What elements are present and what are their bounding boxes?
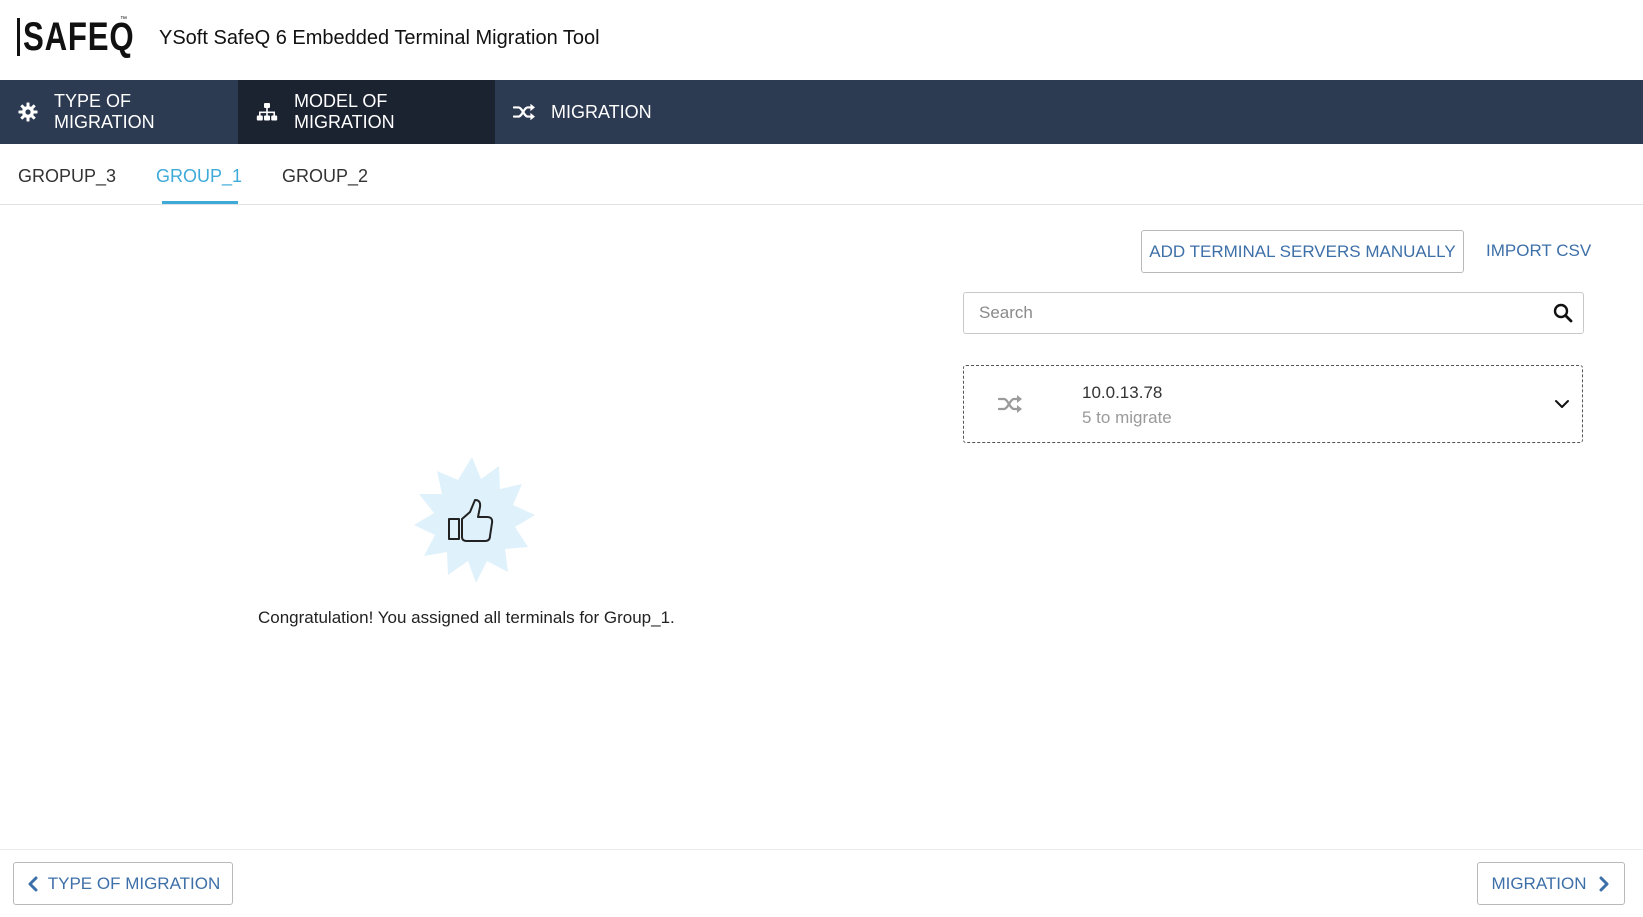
next-button[interactable]: MIGRATION (1477, 862, 1625, 905)
server-ip: 10.0.13.78 (1082, 383, 1163, 402)
app-header: SAFEQ ™ YSoft SafeQ 6 Embedded Terminal … (0, 0, 1643, 80)
nav-label: MODEL OF MIGRATION (294, 91, 395, 132)
sitemap-icon (256, 101, 278, 123)
app-title: YSoft SafeQ 6 Embedded Terminal Migratio… (159, 27, 600, 49)
nav-model-of-migration[interactable]: MODEL OF MIGRATION (238, 80, 495, 144)
safeq-logo: SAFEQ ™ (17, 14, 166, 60)
group-tabs: GROPUP_3 GROUP_1 GROUP_2 (0, 144, 1643, 205)
logo-trademark: ™ (120, 16, 127, 23)
shuffle-icon (997, 394, 1022, 416)
search-box (963, 292, 1584, 334)
nav-migration[interactable]: MIGRATION (495, 80, 665, 144)
terminal-server-item[interactable]: 10.0.13.78 5 to migrate (963, 365, 1583, 443)
tab-group-1[interactable]: GROUP_1 (156, 166, 242, 187)
main-nav: TYPE OF MIGRATION MODEL OF MIGRATION MIG… (0, 80, 1643, 144)
chevron-down-icon[interactable] (1554, 396, 1570, 412)
tab-gropup-3[interactable]: GROPUP_3 (18, 166, 116, 187)
back-button-label: TYPE OF MIGRATION (47, 873, 221, 893)
nav-label: MIGRATION (551, 101, 652, 122)
chevron-left-icon (26, 876, 40, 892)
thumbs-up-badge (409, 457, 535, 583)
tab-group-2[interactable]: GROUP_2 (282, 166, 368, 187)
active-tab-indicator (162, 201, 238, 204)
nav-label: TYPE OF MIGRATION (54, 91, 155, 132)
thumbs-up-icon (414, 457, 535, 583)
add-terminal-servers-button[interactable]: ADD TERMINAL SERVERS MANUALLY (1141, 230, 1464, 273)
back-button[interactable]: TYPE OF MIGRATION (13, 862, 233, 905)
chevron-right-icon (1597, 876, 1611, 892)
gear-icon (18, 101, 38, 123)
nav-type-of-migration[interactable]: TYPE OF MIGRATION (0, 80, 238, 144)
search-input[interactable] (964, 293, 1524, 333)
congratulation-message: Congratulation! You assigned all termina… (258, 608, 675, 627)
logo-text: SAFEQ (23, 15, 135, 59)
logo-bar (17, 18, 20, 56)
footer-divider (0, 849, 1643, 850)
shuffle-icon (513, 101, 535, 123)
next-button-label: MIGRATION (1491, 873, 1587, 893)
server-status: 5 to migrate (1082, 408, 1172, 427)
import-csv-link[interactable]: IMPORT CSV (1486, 241, 1591, 261)
search-icon[interactable] (1553, 303, 1573, 323)
